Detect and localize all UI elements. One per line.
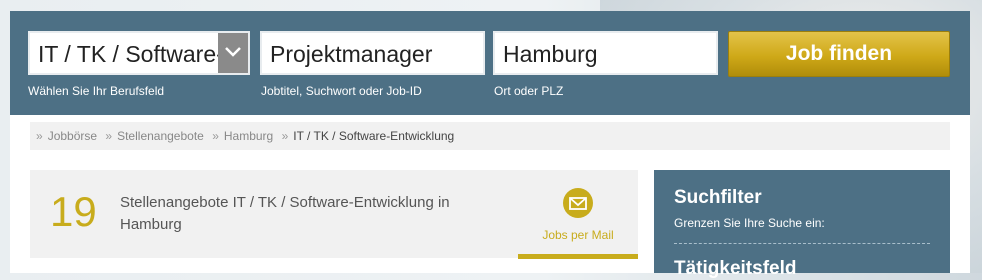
search-filter-panel: Suchfilter Grenzen Sie Ihre Suche ein: T… — [654, 170, 950, 279]
breadcrumb-separator: » — [212, 129, 219, 143]
breadcrumb-item-stellenangebote[interactable]: Stellenangebote — [117, 129, 204, 143]
result-count: 19 — [50, 188, 97, 235]
filter-section-title[interactable]: Tätigkeitsfeld — [674, 258, 796, 280]
mail-underline — [518, 254, 638, 259]
location-input-value: Hamburg — [503, 41, 598, 67]
breadcrumb-separator: » — [105, 129, 113, 143]
search-bar: IT / TK / Software-Entwicklung Wählen Si… — [10, 11, 970, 115]
keyword-hint: Jobtitel, Suchwort oder Job-ID — [261, 84, 422, 98]
breadcrumb-separator: » — [281, 129, 289, 143]
breadcrumb-item-hamburg[interactable]: Hamburg — [224, 129, 273, 143]
keyword-input[interactable]: Projektmanager — [260, 31, 485, 75]
chevron-down-icon — [225, 47, 241, 57]
main-content: » Jobbörse » Stellenangebote » Hamburg » IT … — [10, 115, 970, 279]
jobs-per-mail-button[interactable]: Jobs per Mail — [518, 188, 638, 259]
keyword-input-value: Projektmanager — [270, 41, 433, 67]
location-hint: Ort oder PLZ — [494, 84, 564, 98]
breadcrumb-item-jobboerse[interactable]: Jobbörse — [48, 129, 97, 143]
breadcrumb: » Jobbörse » Stellenangebote » Hamburg » IT … — [30, 122, 950, 150]
category-hint: Wählen Sie Ihr Berufsfeld — [28, 84, 165, 98]
filter-divider — [674, 243, 930, 244]
breadcrumb-item-current: IT / TK / Software-Entwicklung — [293, 129, 455, 143]
filter-subtitle: Grenzen Sie Ihre Suche ein: — [674, 216, 825, 230]
category-select[interactable]: IT / TK / Software-Entwicklung — [28, 31, 250, 75]
category-dropdown-toggle[interactable] — [218, 33, 248, 73]
filter-title: Suchfilter — [674, 187, 762, 208]
location-input[interactable]: Hamburg — [493, 31, 718, 75]
envelope-icon — [563, 188, 593, 218]
result-description: Stellenangebote IT / TK / Software-Entwi… — [120, 194, 450, 233]
breadcrumb-separator: » — [36, 129, 43, 143]
job-search-button[interactable]: Job finden — [728, 31, 950, 77]
jobs-per-mail-label: Jobs per Mail — [542, 228, 614, 242]
result-summary: 19 Stellenangebote IT / TK / Software-En… — [30, 170, 638, 259]
